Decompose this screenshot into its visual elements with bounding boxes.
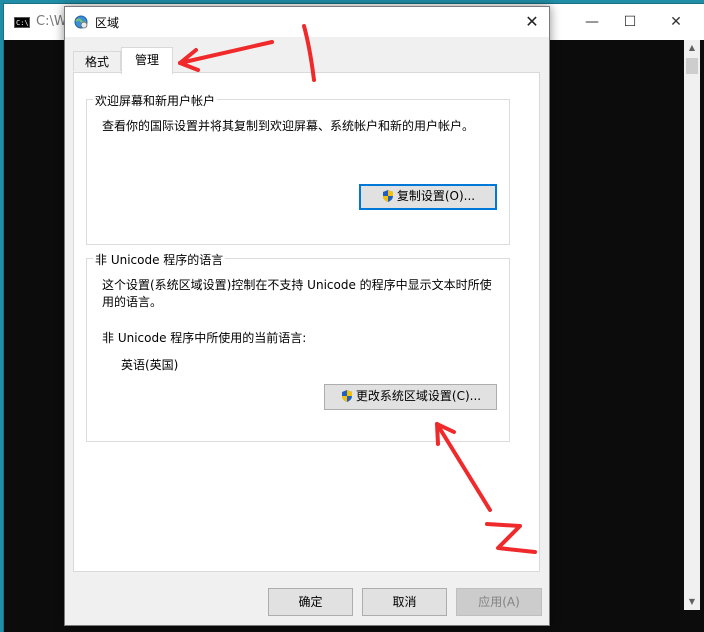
uac-shield-icon [341, 390, 352, 402]
dialog-close-button[interactable]: ✕ [519, 9, 545, 35]
minimize-button[interactable]: — [576, 10, 608, 34]
dialog-title: 区域 [95, 16, 120, 30]
tab-formats[interactable]: 格式 [73, 51, 121, 71]
dialog-titlebar[interactable]: 区域 ✕ [65, 7, 549, 37]
current-language-value: 英语(英国) [121, 358, 179, 372]
unicode-description-line2: 用的语言。 [102, 295, 163, 309]
current-language-label: 非 Unicode 程序中所使用的当前语言: [102, 331, 307, 345]
scroll-down-arrow-icon[interactable]: ▼ [684, 594, 700, 610]
change-system-locale-button[interactable]: 更改系统区域设置(C)... [324, 384, 497, 410]
welcome-description: 查看你的国际设置并将其复制到欢迎屏幕、系统帐户和新的用户帐户。 [102, 119, 475, 133]
uac-shield-icon [382, 190, 393, 202]
non-unicode-group: 非 Unicode 程序的语言 这个设置(系统区域设置)控制在不支持 Unico… [86, 251, 510, 442]
group-label: 欢迎屏幕和新用户帐户 [93, 92, 218, 109]
scroll-thumb[interactable] [686, 58, 698, 74]
console-scrollbar[interactable]: ▲ ▼ [684, 40, 700, 610]
ok-button[interactable]: 确定 [268, 588, 353, 616]
region-dialog: 区域 ✕ 格式 管理 欢迎屏幕和新用户帐户 查看你的国际设置并将其复制到欢迎屏幕… [64, 6, 550, 626]
globe-clock-icon [74, 15, 88, 29]
group-label: 非 Unicode 程序的语言 [93, 251, 226, 268]
cancel-button[interactable]: 取消 [362, 588, 447, 616]
copy-settings-button[interactable]: 复制设置(O)... [359, 184, 497, 210]
console-icon: C:\ [14, 17, 30, 28]
unicode-description-line1: 这个设置(系统区域设置)控制在不支持 Unicode 的程序中显示文本时所使 [102, 278, 492, 292]
change-locale-label: 更改系统区域设置(C)... [355, 389, 482, 403]
tab-administrative[interactable]: 管理 [121, 47, 173, 74]
maximize-button[interactable]: ☐ [614, 10, 646, 34]
welcome-screen-group: 欢迎屏幕和新用户帐户 查看你的国际设置并将其复制到欢迎屏幕、系统帐户和新的用户帐… [86, 92, 510, 245]
scroll-up-arrow-icon[interactable]: ▲ [684, 40, 700, 56]
console-close-button[interactable]: ✕ [660, 10, 692, 34]
apply-button[interactable]: 应用(A) [456, 588, 542, 616]
copy-settings-label: 复制设置(O)... [396, 189, 476, 203]
administrative-panel: 欢迎屏幕和新用户帐户 查看你的国际设置并将其复制到欢迎屏幕、系统帐户和新的用户帐… [73, 72, 540, 572]
